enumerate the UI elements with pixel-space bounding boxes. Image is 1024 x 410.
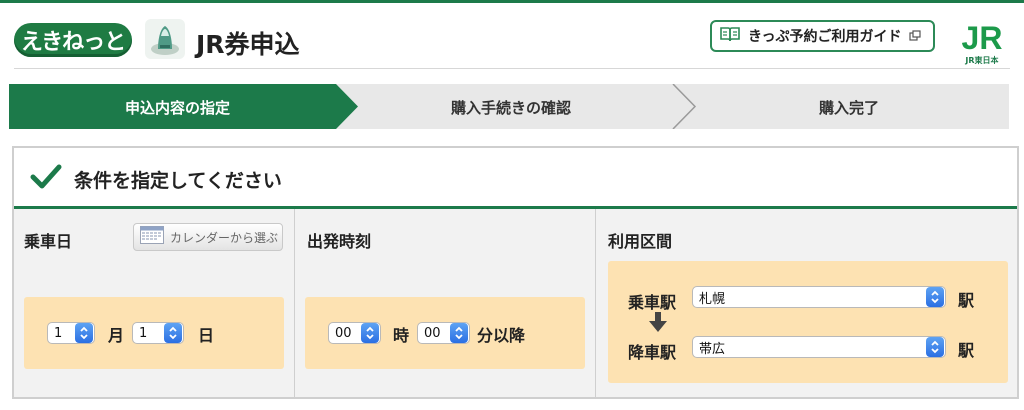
route-label: 利用区間 <box>608 232 673 251</box>
panel-header: 条件を指定してください <box>14 148 1017 209</box>
site-header: えきねっと JR券申込 きっぷ予約ご利用ガイド JR JR東日本 <box>0 3 1024 69</box>
time-input-area: 00 時 00 分以降 <box>305 297 585 369</box>
checkmark-icon <box>30 164 62 194</box>
month-select[interactable]: 1 <box>47 322 95 344</box>
select-arrows-icon <box>361 323 379 343</box>
calendar-button-label: カレンダーから選ぶ <box>170 230 279 245</box>
step-3: 購入完了 <box>819 99 880 117</box>
step-1: 申込内容の指定 <box>125 99 231 117</box>
calendar-button[interactable]: カレンダーから選ぶ <box>133 223 283 251</box>
boarding-date-label: 乗車日 <box>24 232 73 251</box>
day-select[interactable]: 1 <box>132 322 184 344</box>
select-arrows-icon <box>926 287 944 307</box>
route-column: 利用区間 乗車駅 札幌 駅 降車駅 帯広 駅 <box>596 209 1017 397</box>
page-title: JR券申込 <box>196 30 300 59</box>
progress-steps: 申込内容の指定 購入手続きの確認 購入完了 <box>9 84 1009 129</box>
hour-select-value: 00 <box>335 325 352 341</box>
arrival-station-select[interactable]: 帯広 <box>692 336 946 358</box>
hour-select[interactable]: 00 <box>328 322 381 344</box>
month-unit: 月 <box>108 326 125 345</box>
minute-select[interactable]: 00 <box>417 322 470 344</box>
select-arrows-icon <box>926 337 944 357</box>
jr-east-label: JR東日本 <box>965 56 999 65</box>
guide-button-label: きっぷ予約ご利用ガイド <box>748 29 902 45</box>
departure-station-label: 乗車駅 <box>628 293 677 312</box>
minute-unit: 分以降 <box>477 326 526 345</box>
date-input-area: 1 月 1 日 <box>24 297 284 369</box>
time-column: 出発時刻 00 時 00 分以降 <box>295 209 595 397</box>
calendar-icon <box>140 226 164 248</box>
departure-time-label: 出発時刻 <box>307 232 372 251</box>
jr-east-logo: JR JR東日本 <box>952 20 1012 65</box>
date-column: 乗車日 カレンダーから選ぶ 1 月 1 日 <box>14 209 294 397</box>
header-divider <box>14 68 1010 69</box>
day-unit: 日 <box>198 326 215 345</box>
arrival-station-suffix: 駅 <box>958 341 975 360</box>
departure-station-suffix: 駅 <box>958 291 975 310</box>
book-icon <box>720 26 740 46</box>
ekinet-logo[interactable]: えきねっと <box>14 23 132 57</box>
select-arrows-icon <box>450 323 468 343</box>
arrival-station-value: 帯広 <box>699 341 726 357</box>
select-arrows-icon <box>164 323 182 343</box>
select-arrows-icon <box>75 323 93 343</box>
day-select-value: 1 <box>139 325 148 341</box>
train-icon <box>145 19 185 59</box>
down-arrow-icon <box>648 311 668 337</box>
arrival-station-label: 降車駅 <box>628 343 677 362</box>
jr-logo-text: JR <box>962 21 1003 53</box>
search-conditions-panel: 条件を指定してください 乗車日 カレンダーから選ぶ 1 月 1 日 出発時刻 0… <box>12 146 1019 399</box>
minute-select-value: 00 <box>424 325 441 341</box>
step-2: 購入手続きの確認 <box>451 99 572 117</box>
departure-station-select[interactable]: 札幌 <box>692 286 946 308</box>
hour-unit: 時 <box>393 326 410 345</box>
guide-button[interactable]: きっぷ予約ご利用ガイド <box>710 20 935 52</box>
departure-station-value: 札幌 <box>699 291 726 307</box>
panel-title: 条件を指定してください <box>74 170 282 192</box>
route-input-area: 乗車駅 札幌 駅 降車駅 帯広 駅 <box>608 261 1008 383</box>
month-select-value: 1 <box>54 325 63 341</box>
external-window-icon <box>909 27 922 46</box>
